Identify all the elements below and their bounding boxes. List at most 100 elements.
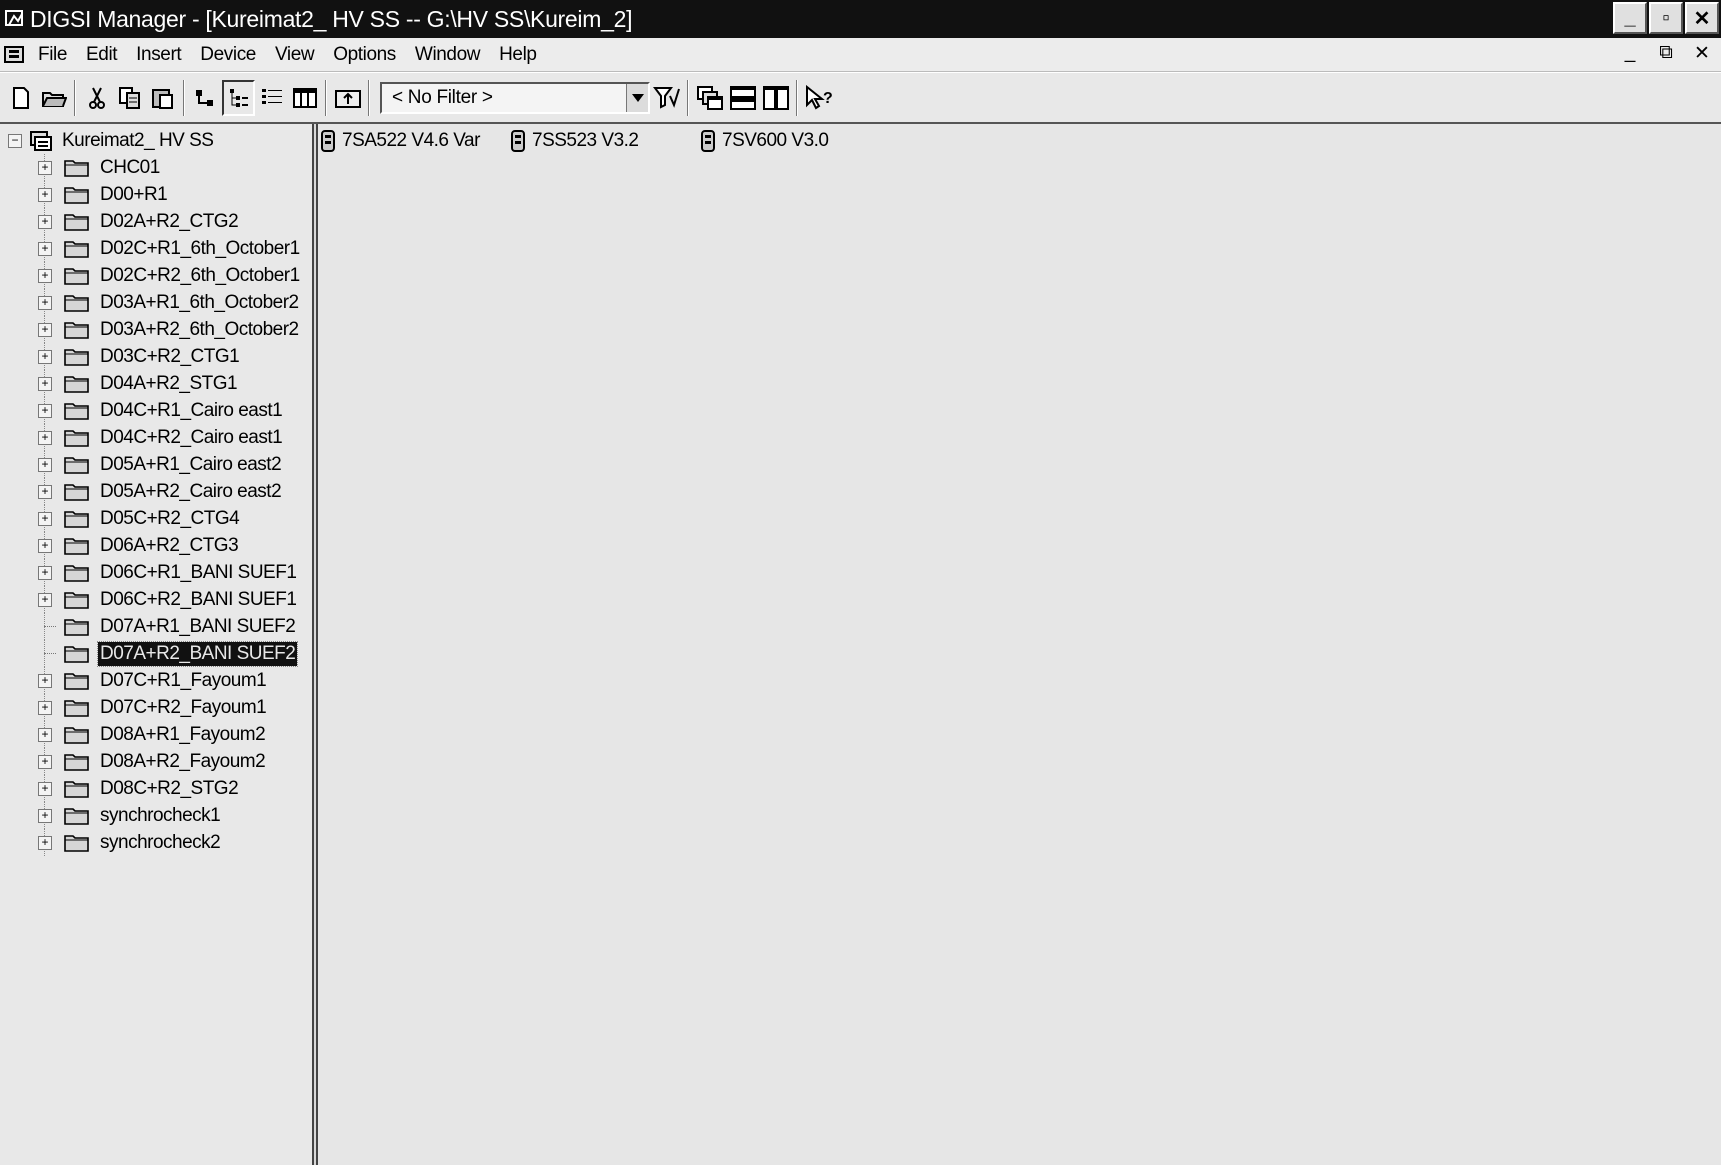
expand-icon[interactable]: + <box>38 376 52 391</box>
device-item[interactable]: 7SV600 V3.0 <box>700 128 829 154</box>
tree-item[interactable]: + synchrocheck1 <box>0 802 312 829</box>
tree-item[interactable]: + D04A+R2_STG1 <box>0 370 312 397</box>
expand-icon[interactable]: + <box>38 673 52 688</box>
expand-icon[interactable]: + <box>38 700 52 715</box>
expand-icon[interactable]: + <box>38 484 52 499</box>
tile-horizontally-icon[interactable] <box>726 80 759 116</box>
title-bar[interactable]: DIGSI Manager - [Kureimat2_ HV SS -- G:\… <box>0 0 1721 38</box>
menu-insert[interactable]: Insert <box>128 44 192 66</box>
cut-icon[interactable] <box>80 80 113 116</box>
tree-item[interactable]: + D08A+R1_Fayoum2 <box>0 721 312 748</box>
filter-icon[interactable] <box>650 80 683 116</box>
device-item[interactable]: 7SS523 V3.2 <box>510 128 639 154</box>
menu-view[interactable]: View <box>267 44 325 66</box>
tree-item-label: D07C+R1_Fayoum1 <box>100 669 267 691</box>
tree-item[interactable]: + D06C+R1_BANI SUEF1 <box>0 559 312 586</box>
large-icons-icon[interactable] <box>189 80 222 116</box>
tree-item[interactable]: + D00+R1 <box>0 181 312 208</box>
menu-file[interactable]: File <box>30 44 78 66</box>
up-one-level-icon[interactable] <box>331 80 364 116</box>
close-button[interactable]: ✕ <box>1685 2 1719 34</box>
document-close-button[interactable]: ✕ <box>1691 42 1713 65</box>
collapse-icon[interactable]: − <box>8 134 22 148</box>
tree-item[interactable]: + D07C+R1_Fayoum1 <box>0 667 312 694</box>
tree-item[interactable]: + D08A+R2_Fayoum2 <box>0 748 312 775</box>
tree-item[interactable]: + D07C+R2_Fayoum1 <box>0 694 312 721</box>
tree-item[interactable]: + D03A+R1_6th_October2 <box>0 289 312 316</box>
document-system-icon[interactable] <box>0 40 30 70</box>
expand-icon[interactable]: + <box>38 808 52 823</box>
filter-dropdown[interactable]: < No Filter > <box>380 81 650 114</box>
small-icons-icon[interactable] <box>222 79 255 116</box>
tree-item[interactable]: + D02A+R2_CTG2 <box>0 208 312 235</box>
tree-item[interactable]: + D05C+R2_CTG4 <box>0 505 312 532</box>
minimize-button[interactable]: _ <box>1613 2 1647 34</box>
paste-icon[interactable] <box>146 80 179 116</box>
expand-icon[interactable]: + <box>38 538 52 553</box>
details-view-icon[interactable] <box>288 80 321 116</box>
tree-item[interactable]: + D03C+R2_CTG1 <box>0 343 312 370</box>
tree-item[interactable]: + CHC01 <box>0 154 312 181</box>
expand-icon[interactable]: + <box>38 835 52 850</box>
list-view-icon[interactable] <box>255 80 288 116</box>
tree-item[interactable]: + D04C+R1_Cairo east1 <box>0 397 312 424</box>
expand-icon[interactable]: + <box>38 241 52 256</box>
expand-icon[interactable]: + <box>38 592 52 607</box>
tree-item[interactable]: + D06C+R2_BANI SUEF1 <box>0 586 312 613</box>
folder-icon <box>64 185 90 205</box>
expand-icon[interactable]: + <box>38 457 52 472</box>
new-icon[interactable] <box>4 80 37 116</box>
tree-item[interactable]: + D06A+R2_CTG3 <box>0 532 312 559</box>
expand-icon[interactable]: + <box>38 403 52 418</box>
folder-icon <box>64 563 90 583</box>
expand-icon[interactable]: + <box>38 214 52 229</box>
toolbar-separator <box>183 79 185 116</box>
tree-list: + CHC01 + D00+R1 + D02A+R2_CTG2 + D02C+R1_6th_O… <box>0 154 312 856</box>
menu-edit[interactable]: Edit <box>78 44 128 66</box>
expand-icon[interactable]: + <box>38 268 52 283</box>
tree-item[interactable]: + synchrocheck2 <box>0 829 312 856</box>
tree-item[interactable]: + D02C+R2_6th_October1 <box>0 262 312 289</box>
menu-help[interactable]: Help <box>491 44 547 66</box>
tree-item[interactable]: D07A+R1_BANI SUEF2 <box>0 613 312 640</box>
tree-item[interactable]: + D02C+R1_6th_October1 <box>0 235 312 262</box>
tree-item[interactable]: D07A+R2_BANI SUEF2 <box>0 640 312 667</box>
tree-item[interactable]: + D03A+R2_6th_October2 <box>0 316 312 343</box>
expand-icon[interactable]: + <box>38 754 52 769</box>
tree-item[interactable]: + D08C+R2_STG2 <box>0 775 312 802</box>
context-help-icon[interactable]: ? <box>802 80 835 116</box>
expand-icon[interactable]: + <box>38 160 52 175</box>
tree-item-label: D07C+R2_Fayoum1 <box>100 696 267 718</box>
tree-item[interactable]: + D05A+R1_Cairo east2 <box>0 451 312 478</box>
document-minimize-button[interactable]: _ <box>1619 42 1641 65</box>
folder-icon <box>64 752 90 772</box>
tree-root[interactable]: − Kureimat2_ HV SS <box>8 128 214 154</box>
expand-icon[interactable]: + <box>38 781 52 796</box>
folder-icon <box>64 266 90 286</box>
expand-icon[interactable]: + <box>38 349 52 364</box>
copy-icon[interactable] <box>113 80 146 116</box>
expand-icon[interactable]: + <box>38 565 52 580</box>
expand-icon[interactable]: + <box>38 727 52 742</box>
maximize-button[interactable]: ▫ <box>1649 2 1683 34</box>
device-list-pane[interactable]: 7SA522 V4.6 Var 7SS523 V3.2 7SV600 V3.0 <box>318 124 1721 1165</box>
open-folder-icon[interactable] <box>37 80 70 116</box>
tree-item[interactable]: + D04C+R2_Cairo east1 <box>0 424 312 451</box>
device-item[interactable]: 7SA522 V4.6 Var <box>320 128 480 154</box>
expand-icon[interactable]: + <box>38 322 52 337</box>
expand-icon[interactable]: + <box>38 511 52 526</box>
menu-device[interactable]: Device <box>192 44 267 66</box>
chevron-down-icon[interactable] <box>626 83 648 112</box>
tree-item[interactable]: + D05A+R2_Cairo east2 <box>0 478 312 505</box>
cascade-windows-icon[interactable] <box>693 80 726 116</box>
tree-connector-line <box>44 653 56 654</box>
tree-item-label: D06C+R1_BANI SUEF1 <box>100 561 297 583</box>
menu-options[interactable]: Options <box>325 44 407 66</box>
expand-icon[interactable]: + <box>38 187 52 202</box>
document-restore-button[interactable]: ⧉ <box>1655 42 1677 65</box>
expand-icon[interactable]: + <box>38 295 52 310</box>
project-tree[interactable]: − Kureimat2_ HV SS + CHC01 + D00+R1 + D02A+R2… <box>0 124 312 1165</box>
menu-window[interactable]: Window <box>407 44 491 66</box>
tile-vertically-icon[interactable] <box>759 80 792 116</box>
expand-icon[interactable]: + <box>38 430 52 445</box>
